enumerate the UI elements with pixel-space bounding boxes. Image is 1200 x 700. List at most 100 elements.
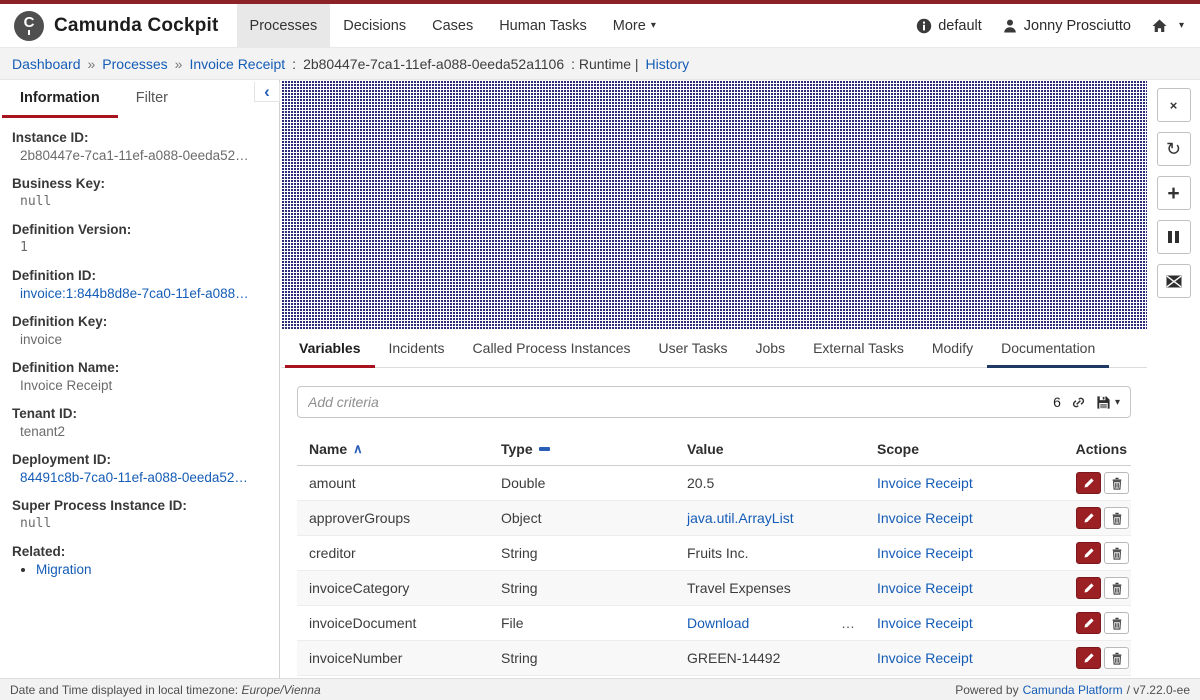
tab-external-tasks[interactable]: External Tasks [799, 330, 918, 368]
tab-variables[interactable]: Variables [285, 330, 375, 368]
cell-value: 20.5 [675, 475, 865, 491]
column-header-scope[interactable]: Scope [865, 441, 1057, 457]
column-header-value[interactable]: Value [675, 441, 865, 457]
delete-variable-button[interactable] [1104, 647, 1129, 669]
delete-variable-button[interactable] [1104, 507, 1129, 529]
refresh-button[interactable]: ↻ [1157, 132, 1191, 166]
variable-filter-row: 6 [281, 368, 1147, 418]
suspend-instance-button[interactable] [1157, 220, 1191, 254]
app-switcher[interactable]: ▾ [1151, 18, 1184, 34]
instance-detail-sidebar: Information Filter Instance ID: 2b80447e… [0, 80, 280, 678]
breadcrumb-processes[interactable]: Processes [102, 56, 167, 72]
process-diagram-canvas[interactable] [281, 80, 1147, 330]
cell-type: Object [489, 510, 675, 526]
breadcrumb-dashboard[interactable]: Dashboard [12, 56, 81, 72]
criteria-box: 6 [297, 386, 1131, 418]
breadcrumb-colon: : [292, 56, 296, 72]
save-search-button[interactable]: ▾ [1096, 395, 1120, 410]
tab-jobs[interactable]: Jobs [742, 330, 800, 368]
scope-link[interactable]: Invoice Receipt [877, 650, 973, 666]
delete-variable-button[interactable] [1104, 612, 1129, 634]
cell-name: amount [297, 475, 489, 491]
breadcrumb-history-link[interactable]: History [646, 56, 690, 72]
table-row: creditor String Fruits Inc. Invoice Rece… [297, 536, 1131, 571]
tab-filter[interactable]: Filter [118, 80, 186, 118]
nav-item-processes[interactable]: Processes [237, 4, 331, 47]
envelope-icon [1166, 275, 1182, 288]
edit-variable-button[interactable] [1076, 577, 1101, 599]
copy-link-button[interactable] [1071, 395, 1086, 410]
add-variable-button[interactable]: + [1157, 176, 1191, 210]
definition-id-link[interactable]: invoice:1:844b8d8e-7ca0-11ef-a088… [20, 286, 249, 301]
chevron-down-icon: ▾ [1179, 20, 1184, 31]
scope-link[interactable]: Invoice Receipt [877, 510, 973, 526]
field-tenant-id: Tenant ID: tenant2 [12, 406, 269, 439]
nav-item-decisions[interactable]: Decisions [330, 4, 419, 47]
scope-link[interactable]: Invoice Receipt [877, 615, 973, 631]
nav-item-cases[interactable]: Cases [419, 4, 486, 47]
delete-variable-button[interactable] [1104, 577, 1129, 599]
pause-icon [1168, 231, 1179, 243]
instance-fields: Instance ID: 2b80447e-7ca1-11ef-a088-0ee… [0, 118, 279, 577]
scope-link[interactable]: Invoice Receipt [877, 545, 973, 561]
cancel-instance-button[interactable]: × [1157, 88, 1191, 122]
app-title: Camunda Cockpit [54, 15, 219, 37]
sidebar-collapse-button[interactable]: ‹ [254, 82, 280, 102]
status-footer: Date and Time displayed in local timezon… [0, 678, 1200, 700]
app-brand[interactable]: C Camunda Cockpit [0, 4, 237, 47]
tab-called-process-instances[interactable]: Called Process Instances [459, 330, 645, 368]
field-instance-id: Instance ID: 2b80447e-7ca1-11ef-a088-0ee… [12, 130, 269, 163]
home-icon [1151, 18, 1168, 34]
camunda-platform-link[interactable]: Camunda Platform [1023, 683, 1123, 697]
edit-variable-button[interactable] [1076, 507, 1101, 529]
sort-neutral-icon[interactable] [539, 447, 550, 451]
cell-scope: Invoice Receipt [865, 475, 1057, 491]
tab-modify[interactable]: Modify [918, 330, 987, 368]
edit-variable-button[interactable] [1076, 542, 1101, 564]
cell-actions [1057, 647, 1131, 669]
tab-documentation[interactable]: Documentation [987, 330, 1109, 368]
deployment-id-link[interactable]: 84491c8b-7ca0-11ef-a088-0eeda52… [20, 470, 248, 485]
info-icon [916, 18, 932, 34]
user-icon [1002, 18, 1018, 34]
tab-information[interactable]: Information [2, 80, 118, 118]
table-row: approverGroups Object java.util.ArrayLis… [297, 501, 1131, 536]
migration-link[interactable]: Migration [36, 562, 92, 577]
delete-variable-button[interactable] [1104, 472, 1129, 494]
sort-ascending-icon[interactable]: ∧ [353, 441, 363, 457]
cell-actions [1057, 577, 1131, 599]
chevron-down-icon: ▾ [651, 20, 656, 31]
tab-incidents[interactable]: Incidents [375, 330, 459, 368]
value-overflow-ellipsis[interactable]: … [841, 615, 865, 631]
table-row: invoiceCategory String Travel Expenses I… [297, 571, 1131, 606]
trash-icon [1111, 512, 1123, 525]
field-definition-id: Definition ID: invoice:1:844b8d8e-7ca0-1… [12, 268, 269, 301]
edit-variable-button[interactable] [1076, 647, 1101, 669]
edit-variable-button[interactable] [1076, 472, 1101, 494]
tab-user-tasks[interactable]: User Tasks [645, 330, 742, 368]
link-icon [1071, 395, 1086, 410]
breadcrumb-definition[interactable]: Invoice Receipt [189, 56, 285, 72]
field-definition-key: Definition Key: invoice [12, 314, 269, 347]
engine-select[interactable]: default [916, 18, 982, 34]
user-menu[interactable]: Jonny Prosciutto [1002, 18, 1131, 34]
trash-icon [1111, 582, 1123, 595]
breadcrumb: Dashboard » Processes » Invoice Receipt … [0, 48, 1200, 80]
table-row: amount Double 20.5 Invoice Receipt [297, 466, 1131, 501]
delete-variable-button[interactable] [1104, 542, 1129, 564]
nav-item-human-tasks[interactable]: Human Tasks [486, 4, 600, 47]
column-header-name[interactable]: Name ∧ [297, 441, 489, 457]
chevron-down-icon: ▾ [1115, 397, 1120, 408]
column-header-actions: Actions [1057, 441, 1131, 457]
column-header-type[interactable]: Type [489, 441, 675, 457]
trash-icon [1111, 617, 1123, 630]
breadcrumb-runtime: : Runtime | [571, 56, 638, 72]
nav-item-more[interactable]: More ▾ [600, 4, 669, 47]
edit-variable-button[interactable] [1076, 612, 1101, 634]
download-link[interactable]: Download [687, 615, 749, 631]
object-value-link[interactable]: java.util.ArrayList [687, 510, 794, 526]
scope-link[interactable]: Invoice Receipt [877, 475, 973, 491]
incident-message-button[interactable] [1157, 264, 1191, 298]
scope-link[interactable]: Invoice Receipt [877, 580, 973, 596]
add-criteria-input[interactable] [308, 394, 1043, 410]
